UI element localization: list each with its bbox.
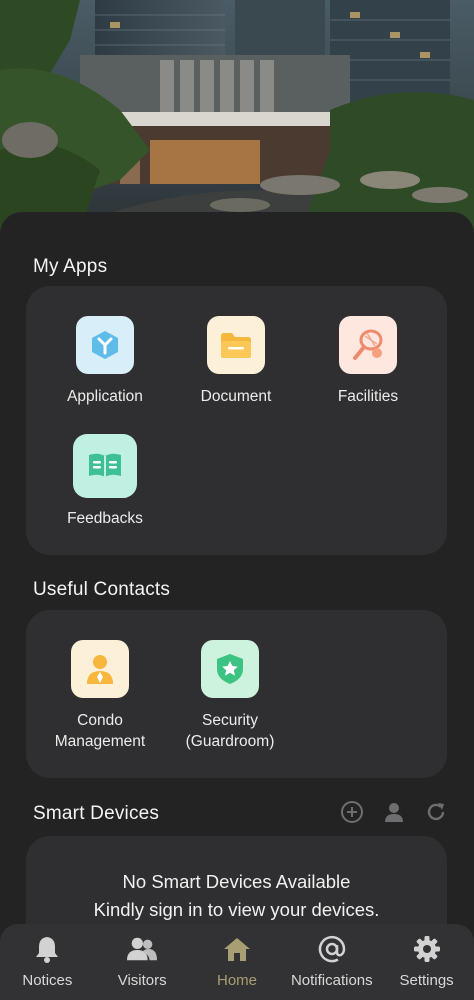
contact-security-guardroom[interactable]: Security (Guardroom) [170, 640, 290, 752]
hero-image [0, 0, 474, 232]
user-icon[interactable] [382, 800, 406, 824]
contact-label: Security (Guardroom) [170, 710, 290, 752]
contact-label: Condo Management [40, 710, 160, 752]
app-label: Facilities [337, 388, 399, 405]
at-icon [317, 934, 347, 964]
add-circle-icon[interactable] [340, 800, 364, 824]
tab-label: Notifications [290, 972, 373, 989]
contact-label-line1: Condo [77, 712, 123, 729]
app-application[interactable]: Application [45, 316, 165, 407]
tab-notifications[interactable]: Notifications [284, 924, 379, 1000]
tab-label: Settings [399, 972, 454, 989]
tab-label: Home [216, 972, 257, 989]
my-apps-card: Application Document Facilities Feedback… [26, 286, 447, 555]
contact-label-line2: Management [54, 733, 146, 750]
application-icon [76, 316, 134, 374]
folder-icon [207, 316, 265, 374]
tab-visitors[interactable]: Visitors [95, 924, 190, 1000]
contact-label-line1: Security [202, 712, 258, 729]
gear-icon [412, 934, 442, 964]
bell-icon [32, 934, 62, 964]
contact-condo-management[interactable]: Condo Management [40, 640, 160, 752]
manager-icon [71, 640, 129, 698]
app-label: Document [200, 388, 272, 405]
empty-state-message: Kindly sign in to view your devices. [93, 899, 380, 920]
tab-label: Visitors [117, 972, 167, 989]
tennis-icon [339, 316, 397, 374]
empty-state-title: No Smart Devices Available [122, 871, 351, 892]
smart-devices-actions [340, 800, 448, 824]
tab-home[interactable]: Home [190, 924, 285, 1000]
book-icon [73, 434, 137, 498]
my-apps-title: My Apps [33, 256, 108, 277]
tab-label: Notices [22, 972, 73, 989]
useful-contacts-card: Condo Management Security (Guardroom) [26, 610, 447, 778]
app-facilities[interactable]: Facilities [308, 316, 428, 407]
app-document[interactable]: Document [176, 316, 296, 407]
contact-label-line2: (Guardroom) [185, 733, 275, 750]
app-label: Feedbacks [67, 510, 143, 527]
app-feedbacks[interactable]: Feedbacks [45, 434, 165, 529]
home-icon [222, 934, 252, 964]
bottom-tab-bar: Notices Visitors Home Notifications Sett… [0, 924, 474, 1000]
app-label: Application [67, 388, 143, 405]
refresh-icon[interactable] [424, 800, 448, 824]
tab-settings[interactable]: Settings [379, 924, 474, 1000]
tab-notices[interactable]: Notices [0, 924, 95, 1000]
shield-star-icon [201, 640, 259, 698]
visitors-icon [127, 934, 158, 964]
useful-contacts-title: Useful Contacts [33, 579, 171, 600]
smart-devices-title: Smart Devices [33, 803, 160, 824]
